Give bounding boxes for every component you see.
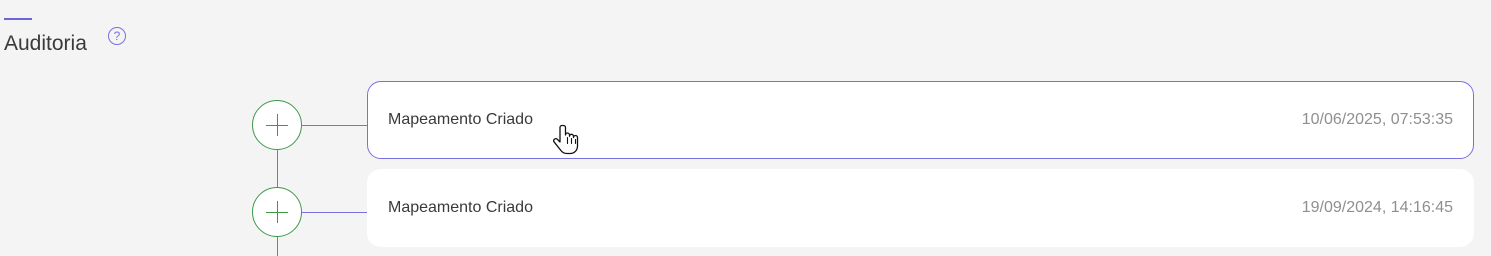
timeline-connector bbox=[302, 212, 367, 213]
title-accent-bar bbox=[4, 18, 32, 20]
timeline-line bbox=[277, 150, 278, 187]
audit-event-card[interactable]: Mapeamento Criado 19/09/2024, 14:16:45 bbox=[367, 169, 1474, 247]
event-title: Mapeamento Criado bbox=[388, 111, 533, 128]
timeline-line bbox=[277, 237, 278, 256]
event-timestamp: 10/06/2025, 07:53:35 bbox=[1301, 111, 1453, 128]
timeline-node-create[interactable] bbox=[252, 100, 302, 150]
audit-event-card[interactable]: Mapeamento Criado 10/06/2025, 07:53:35 bbox=[367, 81, 1474, 159]
section-title: Auditoria bbox=[4, 32, 87, 55]
help-icon[interactable]: ? bbox=[108, 27, 126, 45]
timeline-connector bbox=[302, 125, 367, 126]
event-timestamp: 19/09/2024, 14:16:45 bbox=[1301, 199, 1453, 216]
timeline-node-create[interactable] bbox=[252, 187, 302, 237]
event-title: Mapeamento Criado bbox=[388, 199, 533, 216]
